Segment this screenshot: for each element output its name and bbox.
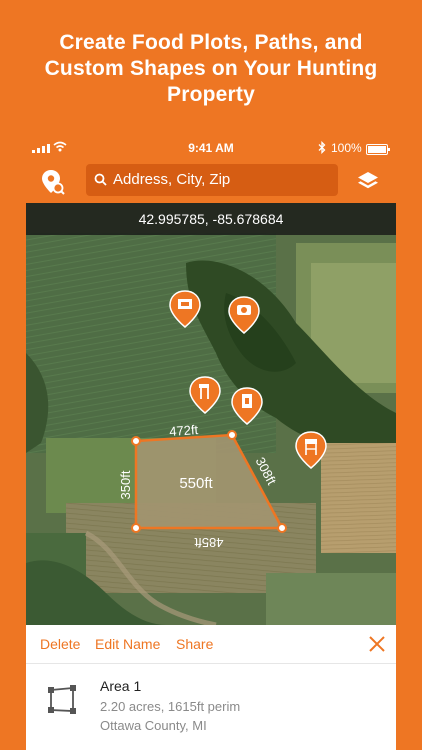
edge-label-left: 350ft: [118, 470, 133, 499]
bottom-sheet: Delete Edit Name Share Area 1 2.20 acres…: [26, 625, 396, 750]
search-input[interactable]: Address, City, Zip: [86, 164, 338, 196]
bluetooth-icon: [318, 141, 326, 154]
map-pin-search-icon[interactable]: [41, 169, 65, 195]
list-item[interactable]: Area 1 2.20 acres, 1615ft perim Ottawa C…: [26, 664, 396, 750]
area-stats: 2.20 acres, 1615ft perim: [100, 699, 241, 714]
polygon-shape-icon: [48, 685, 76, 714]
search-placeholder: Address, City, Zip: [113, 171, 231, 188]
edit-name-button[interactable]: Edit Name: [95, 636, 160, 652]
map-view[interactable]: 550ft 472ft 350ft 308ft 485ft 42.995785,…: [26, 203, 396, 625]
battery-percent: 100%: [331, 141, 362, 155]
headline: Create Food Plots, Paths, and Custom Sha…: [0, 30, 422, 108]
toolbar: Address, City, Zip: [26, 159, 396, 203]
search-icon: [94, 173, 107, 186]
phone-screen: 9:41 AM 100% Address, City, Zip 550ft 47…: [26, 137, 396, 750]
close-icon[interactable]: [368, 635, 386, 653]
action-bar: Delete Edit Name Share: [26, 625, 396, 664]
headline-line-3: Property: [167, 83, 255, 106]
headline-line-1: Create Food Plots, Paths, and: [59, 31, 363, 54]
headline-line-2: Custom Shapes on Your Hunting: [44, 57, 378, 80]
area-title: Area 1: [100, 678, 142, 694]
area-label: 550ft: [179, 475, 213, 492]
delete-button[interactable]: Delete: [40, 636, 80, 652]
battery-icon: [366, 144, 390, 155]
edge-label-top: 472ft: [169, 422, 199, 439]
layers-icon[interactable]: [356, 169, 380, 193]
satellite-imagery: 550ft 472ft 350ft 308ft 485ft: [26, 203, 396, 625]
share-button[interactable]: Share: [176, 636, 213, 652]
area-location: Ottawa County, MI: [100, 718, 207, 733]
edge-label-bottom: 485ft: [194, 535, 223, 550]
coordinates-readout: 42.995785, -85.678684: [26, 203, 396, 235]
status-bar: 9:41 AM 100%: [26, 137, 396, 159]
